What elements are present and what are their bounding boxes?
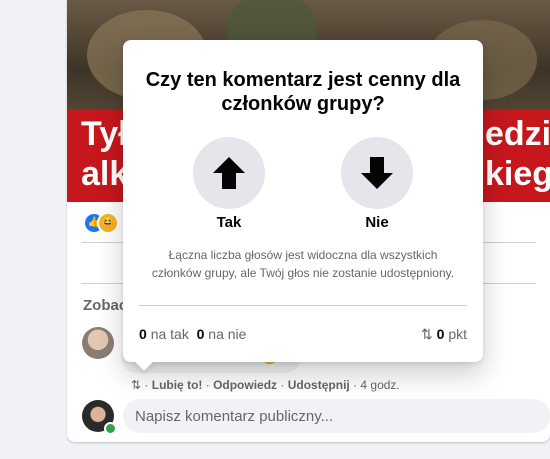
online-status-icon xyxy=(104,422,117,435)
reaction-icons[interactable]: 👍 😆 xyxy=(83,210,123,234)
vote-icon: ⇅ xyxy=(421,326,433,342)
haha-reaction-icon: 😆 xyxy=(97,212,119,234)
points-display: ⇅ 0 pkt xyxy=(421,326,467,343)
arrow-up-icon xyxy=(213,157,245,189)
comment-actions: ⇅ · Lubię to! · Odpowiedz · Udostępnij ·… xyxy=(131,378,400,392)
upvote-button[interactable] xyxy=(193,137,265,209)
commenter-avatar[interactable] xyxy=(82,327,114,359)
popup-note: Łączna liczba głosów jest widoczna dla w… xyxy=(151,248,455,280)
share-link[interactable]: Udostępnij xyxy=(288,378,350,392)
comment-timestamp[interactable]: 4 godz. xyxy=(360,378,399,392)
upvote-label: Tak xyxy=(216,214,242,231)
image-text-right: edzi kiego xyxy=(485,115,550,193)
upvote-count-label: na tak xyxy=(150,326,189,342)
vote-stats: 0 na tak 0 na nie xyxy=(139,326,246,342)
vote-popup: Czy ten komentarz jest cenny dla członkó… xyxy=(123,40,483,371)
like-link[interactable]: Lubię to! xyxy=(152,378,203,392)
see-more-link[interactable]: Zobac xyxy=(83,297,127,314)
comment-input[interactable] xyxy=(123,399,550,433)
downvote-count-label: na nie xyxy=(208,326,247,342)
arrow-down-icon xyxy=(361,157,393,189)
divider xyxy=(139,305,467,306)
vote-icon[interactable]: ⇅ xyxy=(131,378,141,392)
downvote-label: Nie xyxy=(365,214,389,231)
downvote-button[interactable] xyxy=(341,137,413,209)
points-label: pkt xyxy=(448,326,467,342)
reply-link[interactable]: Odpowiedz xyxy=(213,378,277,392)
upvote-count: 0 xyxy=(139,326,147,342)
downvote-count: 0 xyxy=(196,326,205,342)
points-count: 0 xyxy=(436,326,445,342)
popup-title: Czy ten komentarz jest cenny dla członkó… xyxy=(145,69,461,115)
